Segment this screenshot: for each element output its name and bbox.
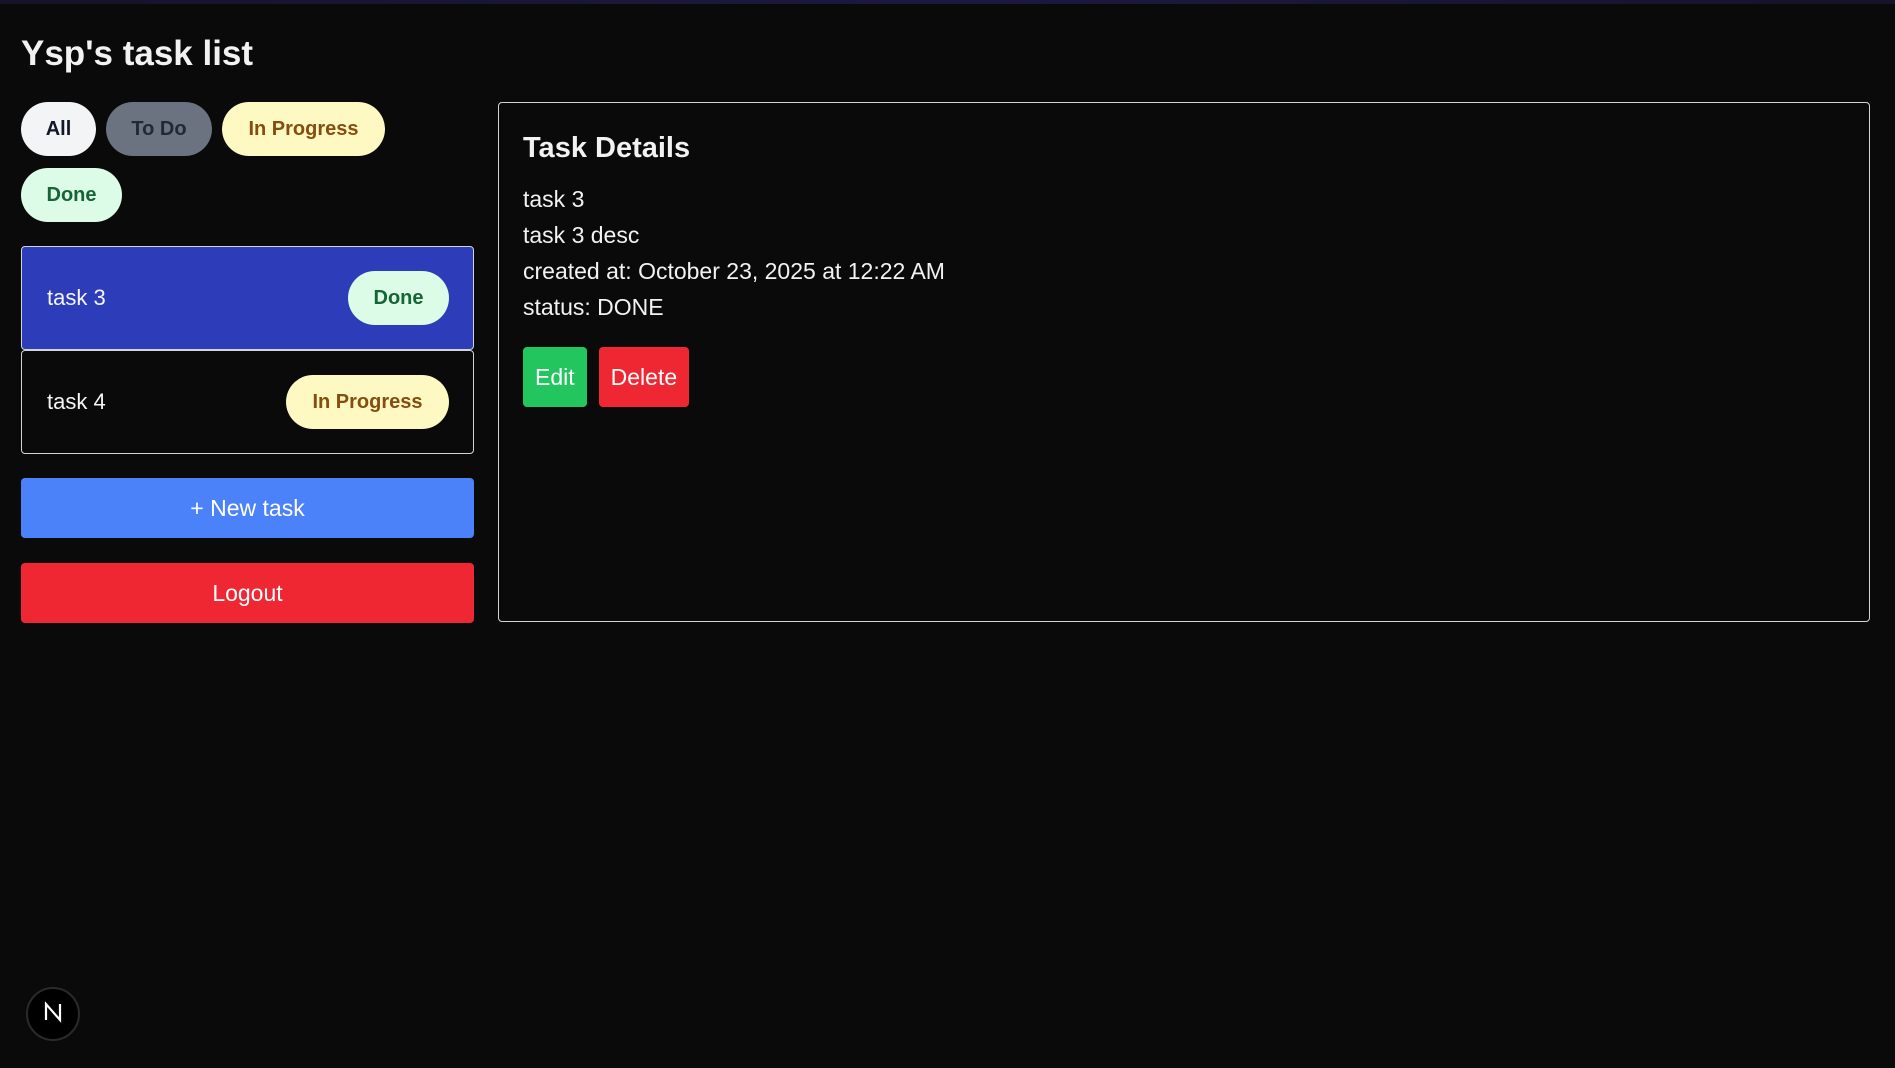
task-details-heading: Task Details [523,132,691,164]
top-accent-bar [0,0,1895,4]
page-title: Ysp's task list [21,34,254,73]
filter-done-button[interactable]: Done [21,168,122,222]
task-detail-name: task 3 [523,186,585,212]
status-badge: In Progress [286,375,449,429]
task-item[interactable]: task 4 In Progress [21,350,474,454]
delete-button[interactable]: Delete [598,347,690,407]
filter-all-button[interactable]: All [21,102,96,156]
task-list: task 3 Done task 4 In Progress [21,246,474,454]
task-detail-description: task 3 desc [523,222,640,248]
task-item[interactable]: task 3 Done [21,246,474,350]
filter-in-progress-button[interactable]: In Progress [222,102,385,156]
edit-button[interactable]: Edit [523,347,587,407]
task-detail-created-at: created at: October 23, 2025 at 12:22 AM [523,258,945,284]
left-panel: All To Do In Progress Done task 3 Done t… [21,102,474,623]
task-detail-status: status: DONE [523,294,664,320]
task-name: task 4 [47,389,106,414]
new-task-button[interactable]: + New task [21,478,474,538]
task-name: task 3 [47,285,106,310]
filter-todo-button[interactable]: To Do [106,102,212,156]
task-details-panel: Task Details task 3 task 3 desc created … [498,102,1870,622]
dev-tools-badge[interactable] [26,987,80,1041]
status-badge: Done [348,271,449,325]
task-detail-actions: Edit Delete [523,347,1845,407]
page: Ysp's task list All To Do In Progress Do… [21,30,1871,623]
next-n-icon [42,1000,64,1028]
status-filters: All To Do In Progress Done [21,102,474,222]
logout-button[interactable]: Logout [21,563,474,623]
